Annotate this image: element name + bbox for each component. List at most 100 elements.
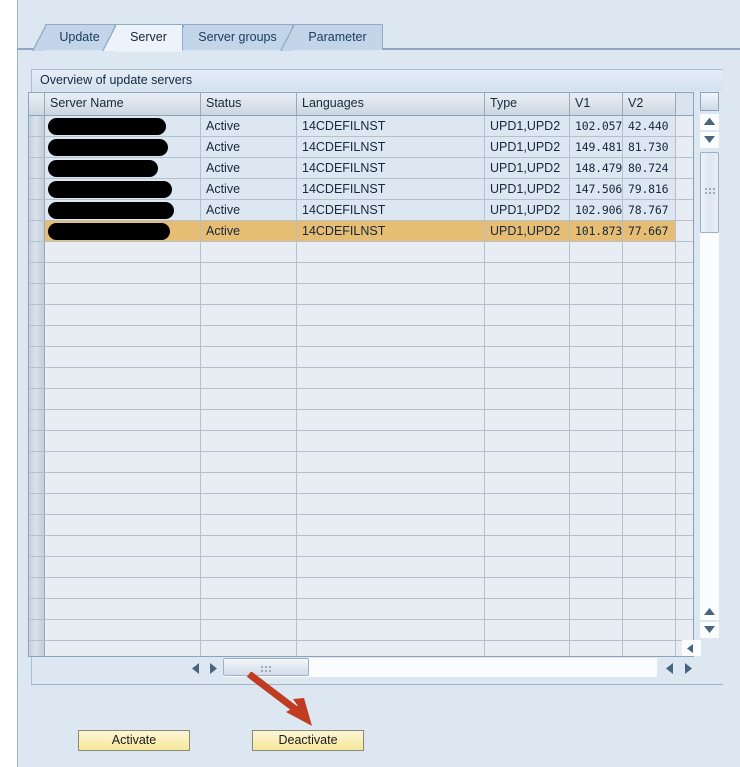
cell-server-name-redacted[interactable] [45, 200, 201, 220]
row-selector[interactable] [29, 431, 45, 451]
row-selector[interactable] [29, 473, 45, 493]
row-selector[interactable] [29, 263, 45, 283]
cell-empty[interactable] [485, 389, 570, 409]
table-row-empty[interactable] [29, 410, 693, 431]
cell-empty[interactable] [570, 431, 623, 451]
row-selector[interactable] [29, 179, 45, 199]
cell-empty[interactable] [623, 641, 676, 656]
cell-empty[interactable] [623, 494, 676, 514]
cell-empty[interactable] [201, 557, 297, 577]
cell-empty[interactable] [485, 347, 570, 367]
deactivate-button[interactable]: Deactivate [252, 730, 364, 751]
row-selector[interactable] [29, 515, 45, 535]
cell-empty[interactable] [45, 242, 201, 262]
cell-empty[interactable] [297, 557, 485, 577]
cell-empty[interactable] [45, 536, 201, 556]
row-selector[interactable] [29, 599, 45, 619]
cell-empty[interactable] [570, 326, 623, 346]
cell-server-name-redacted[interactable] [45, 137, 201, 157]
cell-empty[interactable] [45, 557, 201, 577]
cell-empty[interactable] [201, 452, 297, 472]
cell-empty[interactable] [485, 536, 570, 556]
cell-status[interactable]: Active [201, 116, 297, 136]
cell-empty[interactable] [485, 410, 570, 430]
cell-empty[interactable] [570, 410, 623, 430]
cell-status[interactable]: Active [201, 158, 297, 178]
cell-empty[interactable] [485, 242, 570, 262]
row-selector[interactable] [29, 116, 45, 136]
cell-empty[interactable] [201, 305, 297, 325]
row-selector[interactable] [29, 221, 45, 241]
cell-empty[interactable] [570, 284, 623, 304]
cell-empty[interactable] [201, 368, 297, 388]
cell-type[interactable]: UPD1,UPD2 [485, 179, 570, 199]
cell-empty[interactable] [485, 578, 570, 598]
horizontal-scrollbar[interactable] [183, 658, 697, 677]
table-row[interactable]: Active 14CDEFILNST UPD1,UPD2 101.873 77.667 [29, 221, 693, 242]
table-row[interactable]: Active 14CDEFILNST UPD1,UPD2 102.906 78.767 [29, 200, 693, 221]
cell-empty[interactable] [201, 242, 297, 262]
tab-parameter[interactable]: Parameter [280, 24, 383, 51]
table-row[interactable]: Active 14CDEFILNST UPD1,UPD2 148.479 80.724 [29, 158, 693, 179]
cell-empty[interactable] [45, 347, 201, 367]
cell-empty[interactable] [485, 305, 570, 325]
cell-empty[interactable] [623, 557, 676, 577]
cell-empty[interactable] [570, 620, 623, 640]
cell-v2[interactable]: 81.730 [623, 137, 676, 157]
cell-v2[interactable]: 80.724 [623, 158, 676, 178]
cell-empty[interactable] [623, 284, 676, 304]
row-selector[interactable] [29, 557, 45, 577]
cell-v1[interactable]: 147.506 [570, 179, 623, 199]
cell-empty[interactable] [570, 305, 623, 325]
table-row-empty[interactable] [29, 494, 693, 515]
vertical-scroll-thumb[interactable] [700, 152, 719, 233]
row-selector[interactable] [29, 284, 45, 304]
row-selector[interactable] [29, 137, 45, 157]
scroll-corner-icon[interactable] [682, 640, 701, 656]
cell-type[interactable]: UPD1,UPD2 [485, 221, 570, 241]
cell-server-name-redacted[interactable] [45, 179, 201, 199]
cell-empty[interactable] [570, 389, 623, 409]
table-row-empty[interactable] [29, 389, 693, 410]
table-row-empty[interactable] [29, 473, 693, 494]
column-header-type[interactable]: Type [485, 93, 570, 115]
cell-v1[interactable]: 149.481 [570, 137, 623, 157]
cell-empty[interactable] [623, 389, 676, 409]
cell-empty[interactable] [297, 578, 485, 598]
cell-empty[interactable] [201, 326, 297, 346]
cell-empty[interactable] [570, 473, 623, 493]
cell-v1[interactable]: 148.479 [570, 158, 623, 178]
cell-empty[interactable] [623, 410, 676, 430]
cell-empty[interactable] [297, 641, 485, 656]
cell-empty[interactable] [45, 326, 201, 346]
select-all-button[interactable] [700, 92, 719, 111]
cell-empty[interactable] [623, 452, 676, 472]
cell-empty[interactable] [623, 368, 676, 388]
table-row-empty[interactable] [29, 326, 693, 347]
column-header-v2[interactable]: V2 [623, 93, 676, 115]
cell-empty[interactable] [623, 326, 676, 346]
table-row-empty[interactable] [29, 557, 693, 578]
table-row-empty[interactable] [29, 263, 693, 284]
cell-empty[interactable] [485, 431, 570, 451]
table-row-empty[interactable] [29, 578, 693, 599]
cell-empty[interactable] [485, 494, 570, 514]
cell-empty[interactable] [485, 599, 570, 619]
cell-languages[interactable]: 14CDEFILNST [297, 137, 485, 157]
cell-v2[interactable]: 79.816 [623, 179, 676, 199]
cell-type[interactable]: UPD1,UPD2 [485, 137, 570, 157]
cell-empty[interactable] [570, 263, 623, 283]
cell-empty[interactable] [485, 515, 570, 535]
cell-empty[interactable] [623, 536, 676, 556]
cell-empty[interactable] [297, 536, 485, 556]
cell-languages[interactable]: 14CDEFILNST [297, 221, 485, 241]
cell-empty[interactable] [623, 431, 676, 451]
cell-empty[interactable] [485, 452, 570, 472]
cell-empty[interactable] [45, 284, 201, 304]
cell-empty[interactable] [297, 263, 485, 283]
row-selector[interactable] [29, 326, 45, 346]
cell-empty[interactable] [485, 620, 570, 640]
cell-empty[interactable] [201, 536, 297, 556]
row-selector[interactable] [29, 452, 45, 472]
row-selector[interactable] [29, 410, 45, 430]
